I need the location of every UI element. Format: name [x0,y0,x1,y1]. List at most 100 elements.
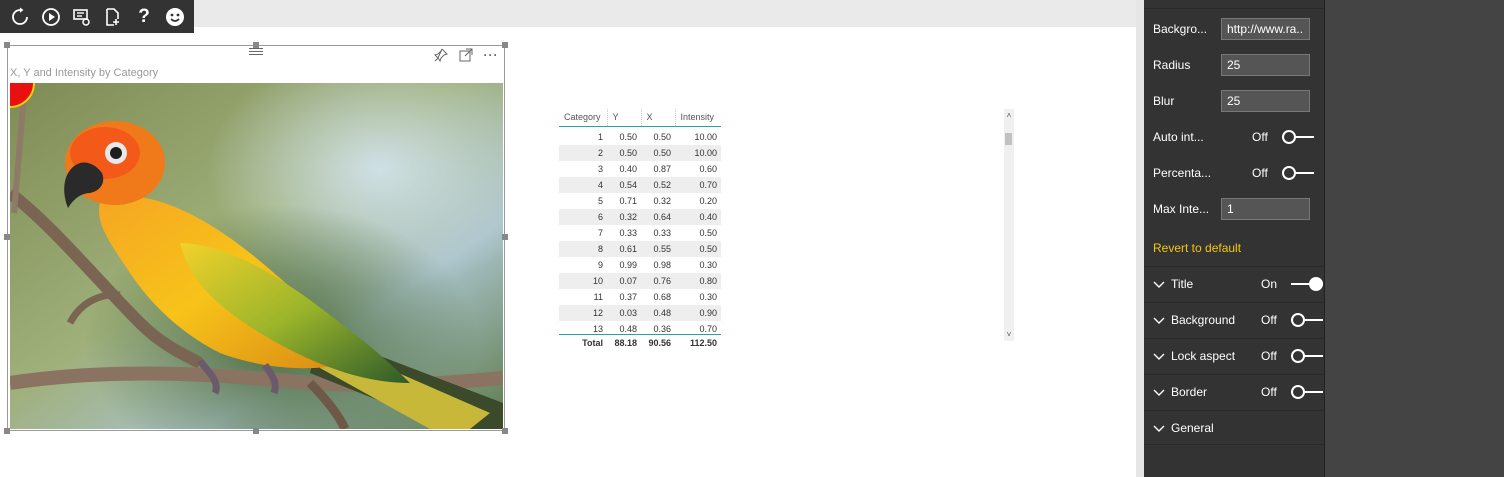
chevron-down-icon [1153,353,1165,360]
resize-handle-top-left[interactable] [4,42,10,48]
title-toggle[interactable] [1291,277,1323,291]
auto-intensity-row: Auto int... Off [1153,126,1314,148]
section-lock-aspect[interactable]: Lock aspect Off [1144,338,1324,373]
table-cell: 0.07 [607,273,641,289]
radius-label: Radius [1153,58,1191,72]
radius-input[interactable] [1221,54,1310,76]
table-cell: 0.50 [653,132,671,142]
drag-grip-icon[interactable] [249,48,263,56]
table-cell: 0.32 [607,209,641,225]
table-cell: 0.71 [619,196,637,206]
table-cell: 13 [592,324,603,334]
table-cell: 0.61 [607,241,641,257]
table-cell: 0.52 [641,177,675,193]
toggle-data-icon[interactable] [72,7,92,27]
help-icon[interactable]: ? [134,6,154,27]
table-cell: 0.40 [675,209,721,225]
auto-intensity-toggle[interactable] [1282,130,1314,144]
section-name: Background [1171,313,1236,327]
scroll-down-icon[interactable]: ˅ [1004,330,1014,339]
table-cell: 8 [559,241,607,257]
section-state: Off [1261,349,1277,363]
table-cell: 2 [559,145,607,161]
table-cell: 6 [559,209,607,225]
table-row: 2 0.50 0.50 10.00 [559,145,721,161]
visual-title: X, Y and Intensity by Category [10,67,159,79]
resize-handle-bottom[interactable] [253,428,259,434]
fields-pane [1324,0,1504,477]
table-cell: 0.50 [641,145,675,161]
resize-handle-top[interactable] [253,42,259,48]
resize-handle-left[interactable] [4,234,10,240]
developer-toolbar: ? [0,0,194,33]
background-url-row: Backgro... [1153,18,1310,40]
lock-aspect-toggle[interactable] [1291,349,1323,363]
max-intensity-input[interactable] [1221,198,1310,220]
more-glyph: ··· [483,48,499,62]
more-options-icon[interactable]: ··· [484,48,498,62]
table-cell: 4 [559,177,607,193]
smiley-icon[interactable] [165,7,185,27]
table-scrollbar[interactable]: ˄ ˅ [1004,109,1014,341]
auto-intensity-state: Off [1252,130,1268,144]
column-header[interactable]: Category [559,109,607,127]
section-name: Title [1171,277,1194,291]
pin-icon[interactable] [434,48,448,62]
table-row: 8 0.61 0.55 0.50 [559,241,721,257]
blur-input[interactable] [1221,90,1310,112]
chevron-down-icon [1153,281,1165,288]
table-row: 4 0.54 0.52 0.70 [559,177,721,193]
chevron-down-icon [1153,389,1165,396]
table-cell: 0.33 [653,228,671,238]
table-cell: 10.00 [675,145,721,161]
section-general[interactable]: General [1144,410,1324,445]
revert-to-default-link[interactable]: Revert to default [1153,241,1241,255]
table-row: 10 0.07 0.76 0.80 [559,273,721,289]
section-border[interactable]: Border Off [1144,374,1324,409]
max-intensity-label: Max Inte... [1153,202,1210,216]
section-title[interactable]: Title On [1144,266,1324,301]
table-cell: 0.32 [653,196,671,206]
scroll-thumb[interactable] [1005,133,1012,145]
table-cell: 0.98 [653,260,671,270]
table-cell: 0.36 [653,324,671,334]
column-header[interactable]: Intensity [674,109,721,127]
scroll-up-icon[interactable]: ˄ [1004,111,1014,120]
table-cell: 10 [559,273,607,289]
column-header[interactable]: Y [606,109,641,127]
chevron-down-icon [1153,425,1165,432]
background-url-input[interactable] [1221,18,1310,40]
total-cell: 112.50 [689,338,717,348]
blur-label: Blur [1153,94,1175,108]
table-cell: 0.20 [699,196,717,206]
refresh-icon[interactable] [10,7,30,27]
column-header[interactable]: X [640,109,675,127]
table-cell: 3 [597,164,603,174]
resize-handle-top-right[interactable] [502,42,508,48]
resize-handle-bottom-left[interactable] [4,428,10,434]
visual-header-icons: ··· [434,48,498,62]
heatmap-visual[interactable]: ··· X, Y and Intensity by Category [4,42,508,434]
section-state: On [1261,277,1278,291]
table-row: 11 0.37 0.68 0.30 [559,289,721,305]
play-icon[interactable] [41,7,61,27]
focus-mode-icon[interactable] [459,48,473,62]
table-visual[interactable]: Category Y X Intensity 1 0.50 0.50 10.00 2 0.… [559,109,1014,351]
total-label: Total [582,338,603,348]
resize-handle-bottom-right[interactable] [502,428,508,434]
table-cell: 0.50 [699,228,717,238]
resize-handle-right[interactable] [502,234,508,240]
table-cell: 0.48 [619,324,637,334]
percentage-toggle[interactable] [1282,166,1314,180]
background-toggle[interactable] [1291,313,1323,327]
table-cell: 0.90 [675,305,721,321]
export-icon[interactable] [103,7,123,27]
table-body: 1 0.50 0.50 10.00 2 0.50 0.50 10.00 3 0.40 0.87 0.6… [559,129,721,334]
parrot-photo [10,83,503,429]
table-cell: 0.70 [675,177,721,193]
border-toggle[interactable] [1291,385,1323,399]
table-total-row: Total 88.18 90.56 112.50 [559,334,721,351]
table-row: 9 0.99 0.98 0.30 [559,257,721,273]
section-background[interactable]: Background Off [1144,302,1324,337]
section-name: Border [1171,385,1208,399]
